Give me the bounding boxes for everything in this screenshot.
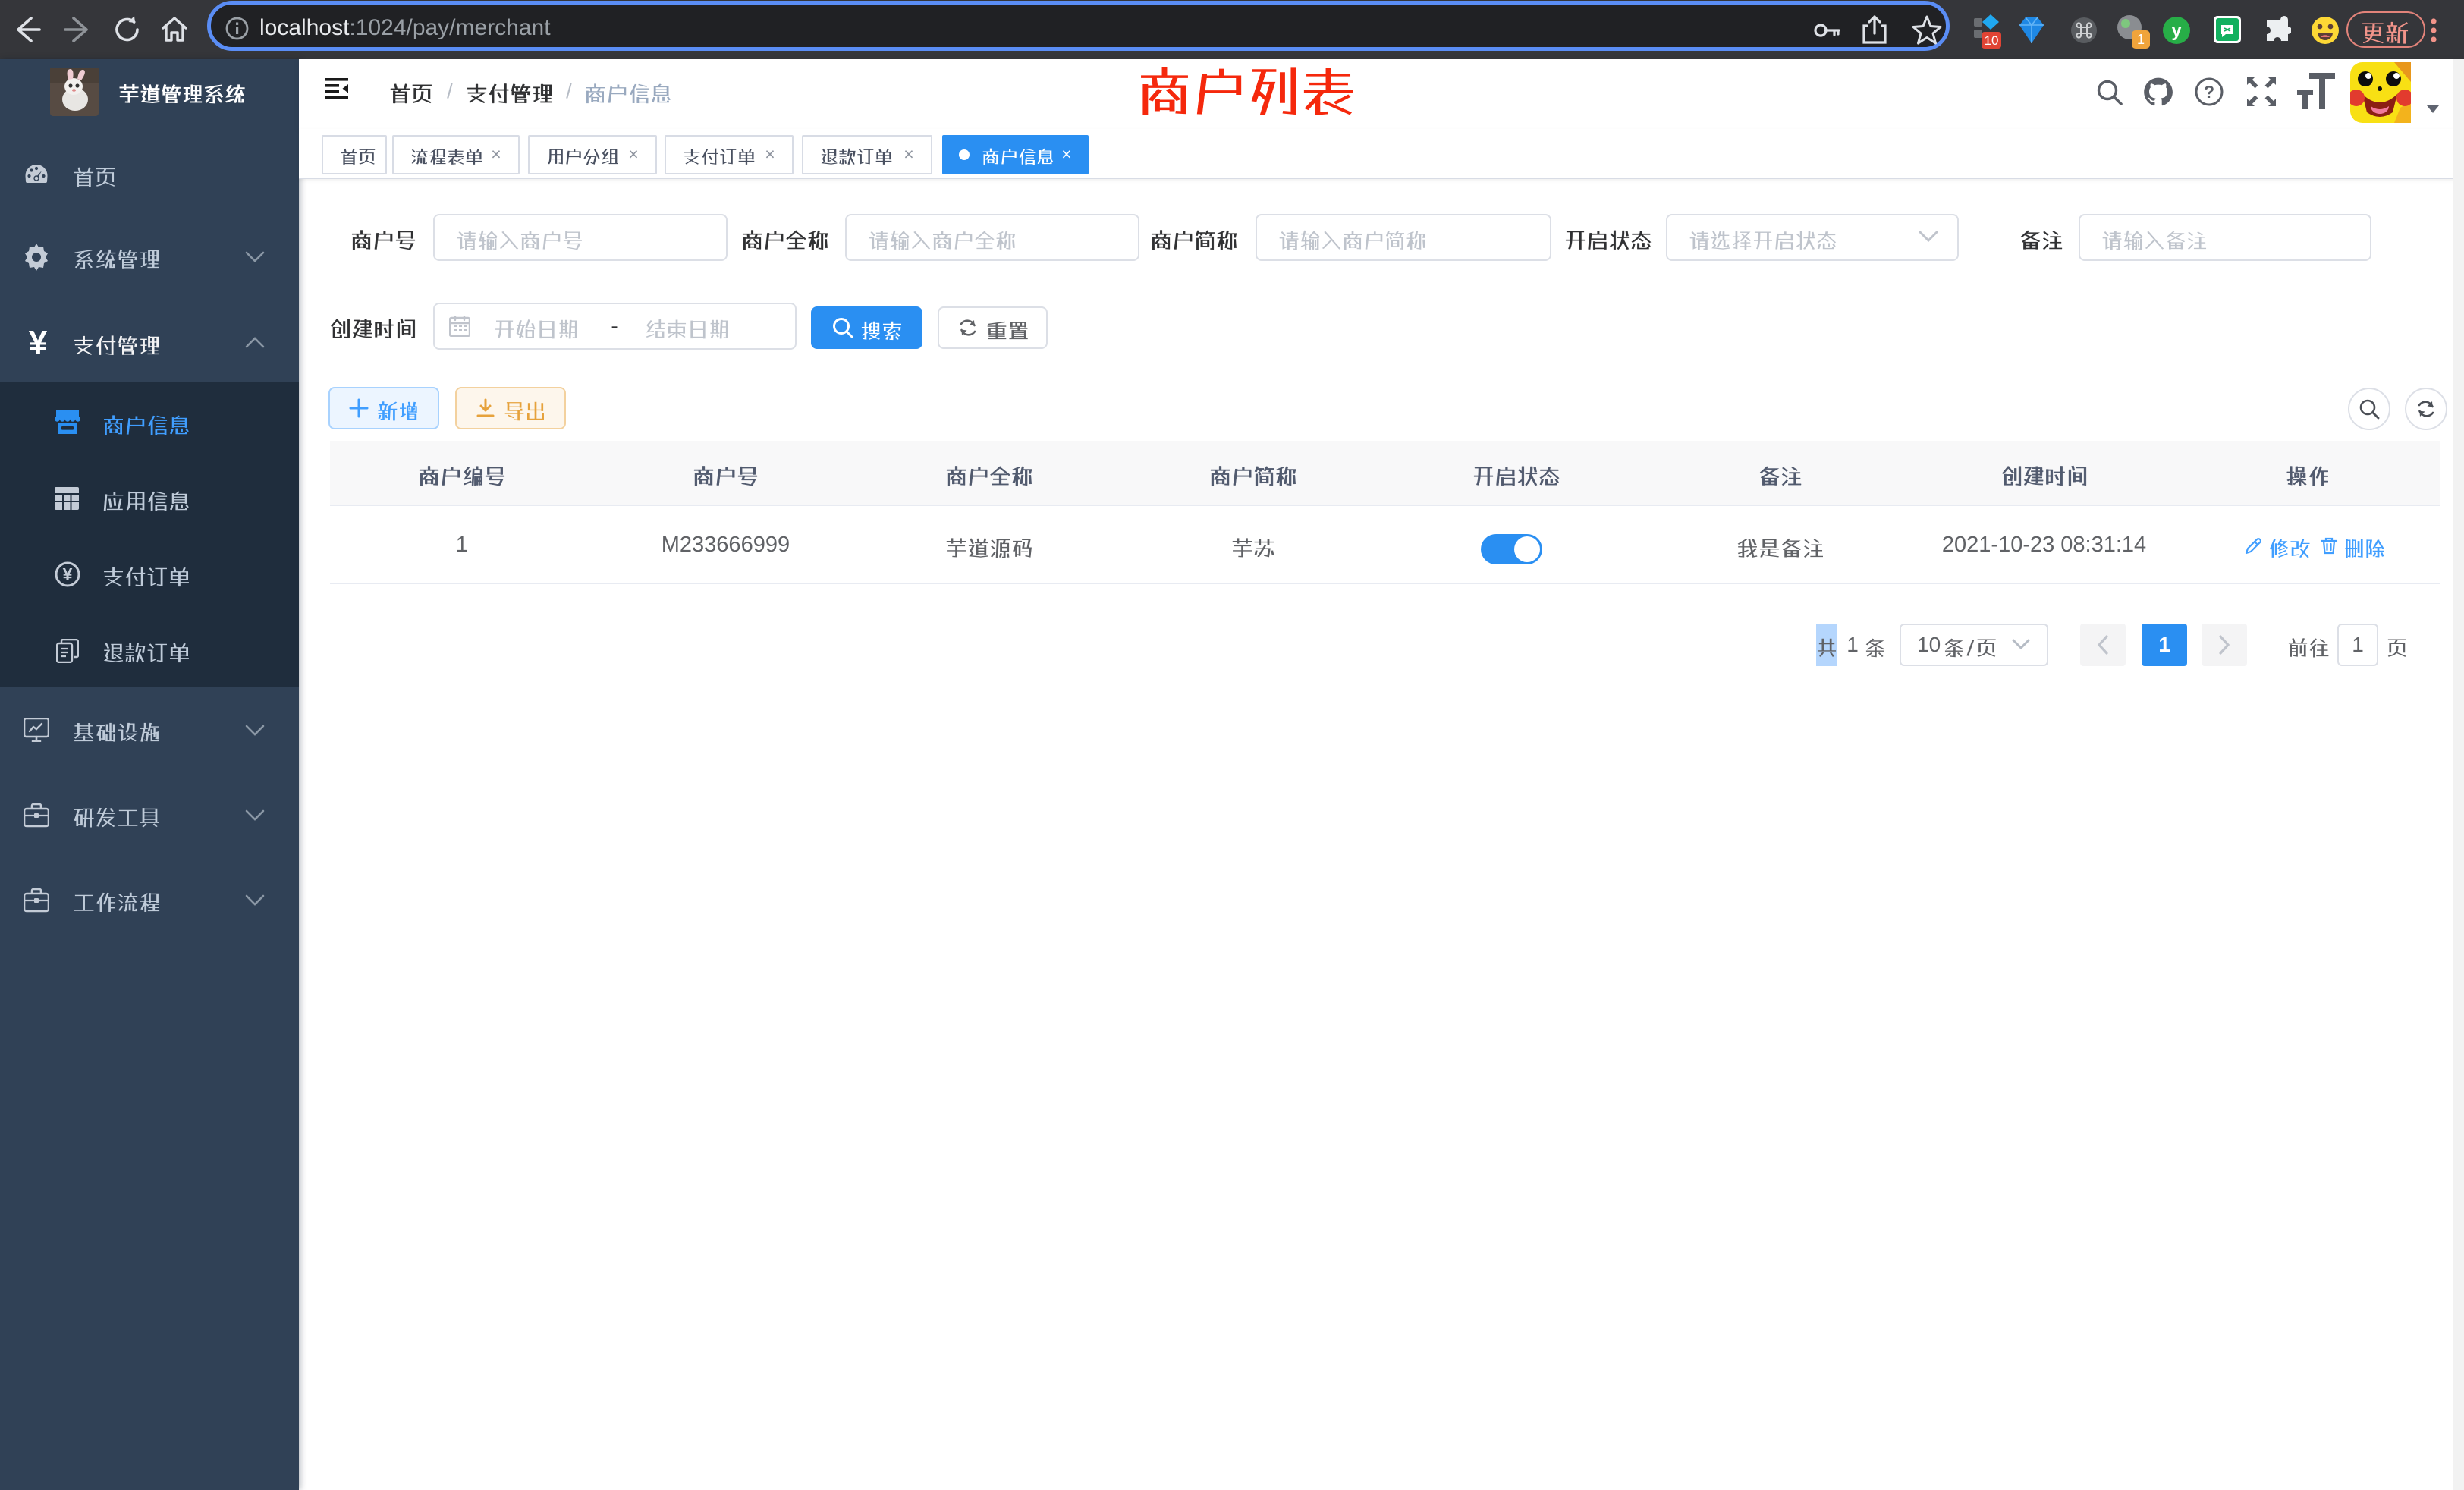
- svg-text:y: y: [2171, 20, 2182, 41]
- svg-text:10: 10: [1985, 33, 1999, 48]
- svg-text:1: 1: [2137, 32, 2145, 47]
- svg-text:?: ?: [2204, 82, 2214, 102]
- svg-text:¥: ¥: [63, 564, 73, 584]
